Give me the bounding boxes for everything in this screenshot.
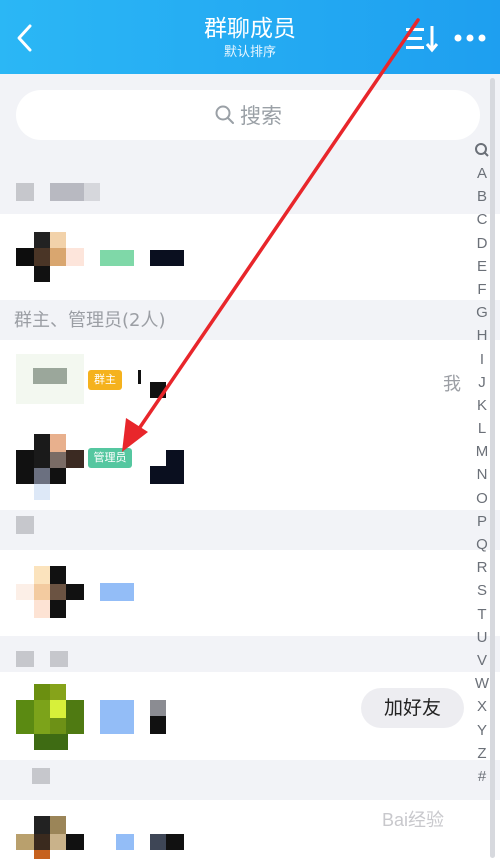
- index-letter-e[interactable]: E: [470, 255, 494, 278]
- index-letter-f[interactable]: F: [470, 278, 494, 301]
- index-letter-p[interactable]: P: [470, 510, 494, 533]
- index-letter-b[interactable]: B: [470, 185, 494, 208]
- index-letter-c[interactable]: C: [470, 208, 494, 231]
- avatar: [16, 354, 84, 404]
- index-letter-a[interactable]: A: [470, 162, 494, 185]
- index-letters[interactable]: A B C D E F G H I J K L M N O P Q R S T U V W X Y Z #: [470, 162, 494, 788]
- index-letter-z[interactable]: Z: [470, 742, 494, 765]
- pixelated-name: [100, 700, 134, 734]
- pixelated-name: [138, 370, 141, 384]
- index-letter-x[interactable]: X: [470, 695, 494, 718]
- index-letter-h[interactable]: H: [470, 324, 494, 347]
- search-icon: [215, 105, 234, 124]
- member-row-owner[interactable]: 群主: [0, 340, 500, 424]
- index-letter-l[interactable]: L: [470, 417, 494, 440]
- pixelated-letter: [16, 183, 34, 201]
- watermark: Bai经验: [382, 810, 445, 830]
- pixelated-name: [150, 700, 166, 716]
- member-row[interactable]: [0, 550, 500, 636]
- index-letter-m[interactable]: M: [470, 440, 494, 463]
- pixelated-text: [84, 183, 100, 201]
- index-letter-v[interactable]: V: [470, 649, 494, 672]
- self-indicator: 我: [443, 374, 461, 395]
- sort-list-icon[interactable]: [402, 22, 440, 56]
- index-letter-i[interactable]: I: [470, 348, 494, 371]
- index-letter-j[interactable]: J: [470, 371, 494, 394]
- pixelated-letter: [16, 651, 34, 667]
- pixelated-name: [166, 834, 184, 850]
- pixelated-name: [150, 716, 166, 734]
- pixelated-name: [150, 834, 166, 850]
- pixelated-letter: [50, 651, 68, 667]
- pixelated-name: [100, 250, 134, 266]
- title-bar: 群聊成员 默认排序: [0, 0, 500, 74]
- pixelated-name: [100, 583, 134, 601]
- member-row[interactable]: [0, 214, 500, 300]
- pixelated-name: [116, 834, 134, 850]
- owner-badge: 群主: [88, 370, 122, 390]
- pixelated-name: [150, 382, 166, 398]
- avatar: [16, 684, 84, 750]
- alphabet-index[interactable]: A B C D E F G H I J K L M N O P Q R S T U V W X Y Z #: [470, 140, 494, 788]
- index-letter-r[interactable]: R: [470, 556, 494, 579]
- index-letter-d[interactable]: D: [470, 232, 494, 255]
- member-row-admin[interactable]: 管理员: [0, 424, 500, 510]
- index-letter-y[interactable]: Y: [470, 719, 494, 742]
- index-letter-k[interactable]: K: [470, 394, 494, 417]
- more-dots-icon[interactable]: [450, 26, 490, 50]
- avatar: [16, 566, 84, 618]
- avatar: [16, 434, 84, 500]
- section-header: [0, 510, 500, 550]
- avatar: [16, 816, 84, 859]
- section-header: [0, 760, 500, 800]
- search-placeholder: 搜索: [240, 104, 282, 128]
- index-letter-hash[interactable]: #: [470, 765, 494, 788]
- index-letter-w[interactable]: W: [470, 672, 494, 695]
- pixelated-text: [50, 183, 84, 201]
- index-letter-s[interactable]: S: [470, 579, 494, 602]
- search-input[interactable]: 搜索: [16, 90, 480, 140]
- section-title-admins: 群主、管理员(2人): [14, 310, 166, 331]
- index-letter-q[interactable]: Q: [470, 533, 494, 556]
- index-letter-t[interactable]: T: [470, 603, 494, 626]
- pixelated-name: [166, 450, 184, 466]
- index-search-icon[interactable]: [470, 140, 494, 162]
- pixelated-name: [150, 466, 184, 484]
- index-letter-n[interactable]: N: [470, 463, 494, 486]
- pixelated-name: [150, 250, 184, 266]
- section-header: [0, 162, 500, 214]
- index-letter-u[interactable]: U: [470, 626, 494, 649]
- avatar: [16, 232, 84, 282]
- index-letter-o[interactable]: O: [470, 487, 494, 510]
- add-friend-button[interactable]: 加好友: [361, 688, 464, 728]
- index-letter-g[interactable]: G: [470, 301, 494, 324]
- admin-badge: 管理员: [88, 448, 132, 468]
- pixelated-letter: [32, 768, 50, 784]
- pixelated-letter: [16, 516, 34, 534]
